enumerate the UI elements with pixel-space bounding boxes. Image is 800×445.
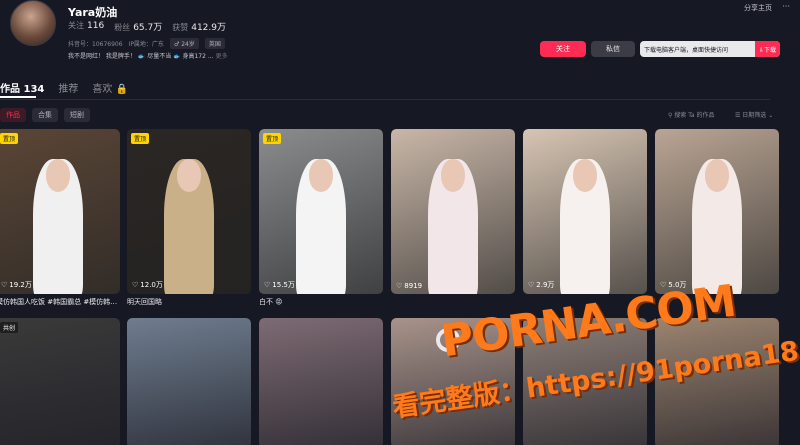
thumbnail-face bbox=[308, 158, 334, 192]
video-card[interactable]: 置顶 ♡ 19.2万 模仿韩国人吃饭 #韩国霸总 #模仿韩… bbox=[0, 129, 120, 307]
date-filter-button[interactable]: ☰ 日期筛选 ⌄ bbox=[735, 110, 773, 119]
video-thumbnail[interactable]: 置顶 ♡ 19.2万 bbox=[0, 129, 120, 294]
profile-bio: 我不是网红！ 我是牌手！ 🐟 尽量不当 🐟 身高172 ... 更多 bbox=[68, 53, 228, 60]
active-tab-indicator bbox=[0, 96, 36, 98]
message-button[interactable]: 私信 bbox=[591, 41, 635, 57]
follow-stat[interactable]: 关注 116 bbox=[68, 20, 104, 33]
subtab-works[interactable]: 作品 bbox=[0, 108, 26, 122]
video-caption[interactable]: 白不 😡 bbox=[259, 297, 383, 307]
profile-tabs: 作品 134 推荐 喜欢 🔒 bbox=[0, 80, 128, 95]
video-thumbnail[interactable] bbox=[127, 318, 251, 445]
video-thumbnail[interactable]: 共创 bbox=[0, 318, 120, 445]
like-count: ♡ 2.9万 bbox=[528, 281, 555, 289]
video-caption[interactable]: 明天回国略 bbox=[127, 297, 251, 307]
video-thumbnail[interactable]: ♡ 8919 bbox=[391, 129, 515, 294]
thumbnail-face bbox=[45, 158, 71, 192]
video-card[interactable]: 置顶 ♡ 15.5万 白不 😡 bbox=[259, 129, 383, 307]
search-works-button[interactable]: ⚲ 搜索 Ta 的作品 bbox=[668, 110, 714, 119]
age-tag: ♂ 24岁 bbox=[169, 38, 199, 49]
like-count: ♡ 8919 bbox=[396, 282, 423, 290]
thumbnail-face bbox=[704, 158, 730, 192]
douyin-id: 抖音号：10676906 bbox=[68, 41, 123, 48]
subtab-short-dramas[interactable]: 短剧 bbox=[64, 108, 90, 122]
profile-name: Yara奶油 bbox=[68, 6, 118, 19]
thumbnail-face bbox=[176, 158, 202, 192]
video-thumbnail[interactable]: 置顶 ♡ 15.5万 bbox=[259, 129, 383, 294]
co-creation-badge: 共创 bbox=[0, 322, 19, 333]
video-caption[interactable]: 模仿韩国人吃饭 #韩国霸总 #模仿韩… bbox=[0, 297, 120, 307]
like-count: ♡ 12.0万 bbox=[132, 281, 163, 289]
video-card[interactable]: ♡ 5.0万 bbox=[655, 129, 779, 297]
profile-stats: 关注 116 粉丝 65.7万 获赞 412.9万 bbox=[68, 20, 226, 33]
pinned-badge: 置顶 bbox=[263, 133, 282, 144]
video-card[interactable]: ♡ 2.9万 bbox=[523, 129, 647, 297]
subtab-collections[interactable]: 合集 bbox=[32, 108, 58, 122]
profile-meta: 抖音号：10676906 IP属地：广东 ♂ 24岁 英国 bbox=[68, 38, 225, 49]
video-card[interactable] bbox=[127, 318, 251, 445]
video-card[interactable]: ♡ 8919 bbox=[391, 129, 515, 297]
pinned-badge: 置顶 bbox=[0, 133, 19, 144]
more-options-icon[interactable]: ··· bbox=[782, 2, 790, 11]
heart-icon: ♡ bbox=[1, 281, 8, 289]
follow-button[interactable]: 关注 bbox=[540, 41, 586, 57]
thumbnail-face bbox=[572, 158, 598, 192]
video-thumbnail[interactable]: ♡ 2.9万 bbox=[523, 129, 647, 294]
bio-more-link[interactable]: 更多 bbox=[216, 53, 228, 60]
tab-recommend[interactable]: 推荐 bbox=[58, 80, 78, 95]
ip-location: IP属地：广东 bbox=[128, 41, 164, 48]
heart-icon: ♡ bbox=[264, 281, 271, 289]
like-count: ♡ 19.2万 bbox=[1, 281, 32, 289]
avatar[interactable] bbox=[10, 0, 56, 46]
download-client-banner[interactable]: 下载电脑客户端，桌面快捷访问 ⇩下载 bbox=[640, 41, 780, 57]
thumbnail-face bbox=[440, 158, 466, 192]
heart-icon: ♡ bbox=[396, 282, 403, 290]
heart-icon: ♡ bbox=[528, 281, 535, 289]
heart-icon: ♡ bbox=[132, 281, 139, 289]
share-profile-button[interactable]: 分享主页 bbox=[744, 3, 772, 13]
subtabs: 作品 合集 短剧 bbox=[0, 108, 90, 122]
fans-stat[interactable]: 粉丝 65.7万 bbox=[114, 20, 162, 33]
tab-likes[interactable]: 喜欢 🔒 bbox=[92, 80, 128, 95]
video-card[interactable]: 共创 bbox=[0, 318, 120, 445]
pinned-badge: 置顶 bbox=[131, 133, 150, 144]
region-tag: 英国 bbox=[204, 38, 225, 49]
video-thumbnail[interactable] bbox=[259, 318, 383, 445]
like-count: ♡ 15.5万 bbox=[264, 281, 295, 289]
video-thumbnail[interactable]: 置顶 ♡ 12.0万 bbox=[127, 129, 251, 294]
tabs-divider bbox=[0, 99, 770, 100]
likes-stat: 获赞 412.9万 bbox=[172, 23, 226, 33]
video-card[interactable] bbox=[259, 318, 383, 445]
tab-works[interactable]: 作品 134 bbox=[0, 80, 44, 95]
download-hint: 下载电脑客户端，桌面快捷访问 bbox=[644, 46, 729, 54]
download-button[interactable]: ⇩下载 bbox=[754, 41, 780, 57]
video-card[interactable]: 置顶 ♡ 12.0万 明天回国略 bbox=[127, 129, 251, 307]
video-thumbnail[interactable]: ♡ 5.0万 bbox=[655, 129, 779, 294]
